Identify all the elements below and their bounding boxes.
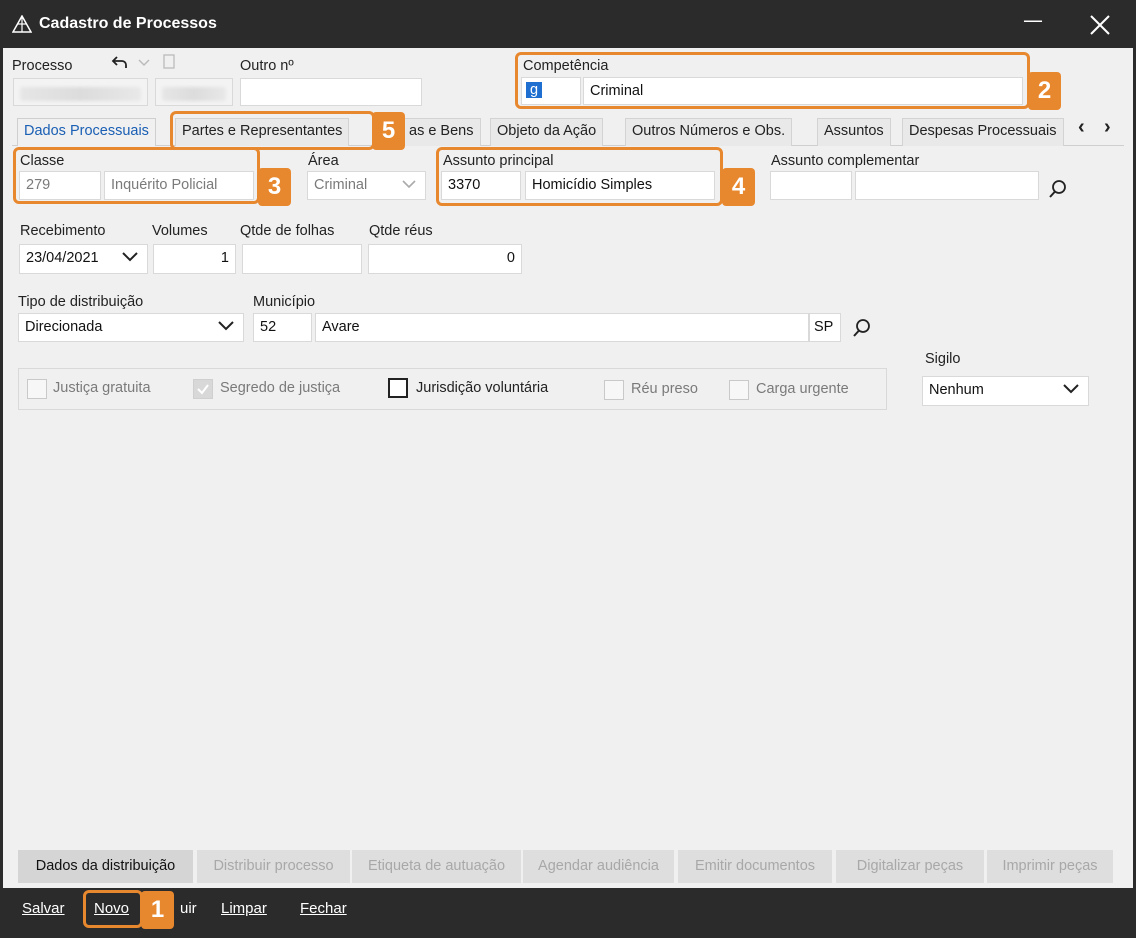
municipio-name-field[interactable]: Avare <box>315 313 809 342</box>
undo-icon[interactable] <box>110 54 130 70</box>
carga-urgente-checkbox[interactable] <box>729 380 749 400</box>
agendar-audiencia-button[interactable]: Agendar audiência <box>523 850 674 883</box>
area-label: Área <box>308 153 339 169</box>
processo-label: Processo <box>12 58 73 74</box>
reu-preso-label: Réu preso <box>631 381 698 397</box>
badge-4: 4 <box>722 168 755 206</box>
minimize-button[interactable]: — <box>1019 8 1047 38</box>
jurisdicao-voluntaria-label: Jurisdição voluntária <box>416 380 549 396</box>
close-icon[interactable] <box>1085 10 1115 40</box>
tab-objeto-acao[interactable]: Objeto da Ação <box>490 118 604 146</box>
processo-digit-field[interactable] <box>155 78 233 106</box>
search-icon[interactable] <box>852 318 872 338</box>
area-select[interactable]: Criminal <box>307 171 426 200</box>
volumes-field[interactable]: 1 <box>153 244 236 274</box>
tab-despesas-processuais[interactable]: Despesas Processuais <box>902 118 1064 146</box>
limpar-button[interactable]: Limpar <box>221 900 267 917</box>
highlight-box-5 <box>170 111 375 150</box>
justica-gratuita-label: Justiça gratuita <box>53 380 151 396</box>
imprimir-pecas-button[interactable]: Imprimir peças <box>987 850 1113 883</box>
search-icon[interactable] <box>1048 179 1068 199</box>
outro-numero-field[interactable] <box>240 78 422 106</box>
outro-label: Outro nº <box>240 58 294 74</box>
highlight-box-2 <box>515 52 1030 109</box>
assunto-complementar-label: Assunto complementar <box>771 153 920 169</box>
tab-assuntos[interactable]: Assuntos <box>817 118 891 146</box>
badge-3: 3 <box>258 168 291 206</box>
chevron-down-icon <box>218 321 234 331</box>
tab-scroll-left[interactable]: ‹ <box>1078 116 1085 139</box>
qtde-reus-label: Qtde réus <box>369 223 433 239</box>
chevron-down-icon <box>1063 384 1079 394</box>
assunto-comp-name-field[interactable] <box>855 171 1039 200</box>
tab-outros-numeros[interactable]: Outros Números e Obs. <box>625 118 793 146</box>
tab-scroll-right[interactable]: › <box>1104 116 1111 139</box>
highlight-box-4 <box>436 147 723 206</box>
tipo-distribuicao-select[interactable]: Direcionada <box>18 313 244 342</box>
etiqueta-autuacao-button[interactable]: Etiqueta de autuação <box>352 850 521 883</box>
sigilo-label: Sigilo <box>925 351 961 367</box>
volumes-label: Volumes <box>152 223 208 239</box>
check-icon <box>197 384 209 395</box>
municipio-label: Município <box>253 294 316 310</box>
municipio-code-field[interactable]: 52 <box>253 313 312 342</box>
recebimento-label: Recebimento <box>20 223 106 239</box>
sigilo-select[interactable]: Nenhum <box>922 376 1089 406</box>
salvar-button[interactable]: Salvar <box>22 900 65 917</box>
chevron-down-icon <box>122 252 138 262</box>
badge-5: 5 <box>372 112 405 150</box>
chevron-down-icon <box>402 180 416 189</box>
bookmark-icon[interactable] <box>162 54 176 70</box>
tab-coisas-bens[interactable]: as e Bens <box>398 118 481 146</box>
municipio-uf-field[interactable]: SP <box>809 313 841 342</box>
app-logo-icon <box>12 15 32 33</box>
window-title: Cadastro de Processos <box>39 15 217 32</box>
recebimento-date-picker[interactable]: 23/04/2021 <box>19 244 148 274</box>
reu-preso-checkbox[interactable] <box>604 380 624 400</box>
dados-distribuicao-button[interactable]: Dados da distribuição <box>18 850 193 883</box>
tipo-distribuicao-label: Tipo de distribuição <box>18 294 144 310</box>
segredo-justica-checkbox[interactable] <box>193 379 213 399</box>
excluir-button[interactable]: uir <box>180 900 197 917</box>
emitir-documentos-button[interactable]: Emitir documentos <box>678 850 832 883</box>
carga-urgente-label: Carga urgente <box>756 381 849 397</box>
distribuir-processo-button[interactable]: Distribuir processo <box>197 850 350 883</box>
fechar-button[interactable]: Fechar <box>300 900 347 917</box>
digitalizar-pecas-button[interactable]: Digitalizar peças <box>836 850 984 883</box>
highlight-box-1 <box>83 890 143 928</box>
qtde-folhas-field[interactable] <box>242 244 362 274</box>
highlight-box-3 <box>13 147 260 204</box>
jurisdicao-voluntaria-checkbox[interactable] <box>388 378 408 398</box>
processo-number-field[interactable] <box>13 78 148 106</box>
assunto-comp-code-field[interactable] <box>770 171 852 200</box>
qtde-folhas-label: Qtde de folhas <box>240 223 335 239</box>
justica-gratuita-checkbox[interactable] <box>27 379 47 399</box>
title-bar: Cadastro de Processos — <box>0 0 1136 48</box>
badge-2: 2 <box>1028 72 1061 110</box>
chevron-down-icon[interactable] <box>137 58 151 68</box>
qtde-reus-field[interactable]: 0 <box>368 244 522 274</box>
badge-1: 1 <box>141 891 174 929</box>
tab-dados-processuais[interactable]: Dados Processuais <box>17 118 156 146</box>
segredo-justica-label: Segredo de justiça <box>220 380 341 396</box>
